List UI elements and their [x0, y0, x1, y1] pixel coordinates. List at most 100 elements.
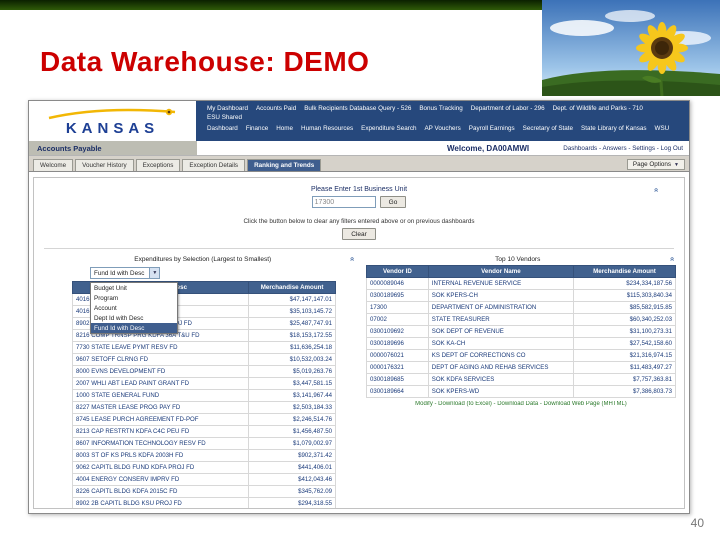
nav-link-home[interactable]: Home — [276, 125, 293, 132]
table-cell: 8902 2B CAPITL BLDG KSU PROJ FD — [71, 497, 250, 508]
top-link-settings[interactable]: Settings — [632, 145, 655, 152]
nav-link-finance[interactable]: Finance — [246, 125, 268, 132]
nav-link-dashboard[interactable]: Dashboard — [207, 125, 238, 132]
nav-link-bonus-tracking[interactable]: Bonus Tracking — [419, 105, 462, 112]
table-cell: $31,100,273.31 — [573, 325, 676, 338]
clear-filters-section: Click the button below to clear any filt… — [34, 218, 684, 240]
table-row: 2007 WHLI ABT LEAD PAINT GRANT FD $3,447,… — [71, 377, 336, 390]
dropdown-option-account[interactable]: Account — [91, 303, 177, 313]
top-link-log-out[interactable]: Log Out — [661, 145, 683, 152]
table-cell: 07002 — [366, 313, 429, 326]
table-cell: INTERNAL REVENUE SERVICE — [427, 277, 575, 290]
top-link-dashboards[interactable]: Dashboards — [563, 145, 597, 152]
clear-button[interactable]: Clear — [342, 228, 376, 240]
nav-link-state-library-of-kansas[interactable]: State Library of Kansas — [581, 125, 646, 132]
table-cell: 0000089046 — [366, 277, 429, 290]
table-cell: 8000 EVNS DEVELOPMENT FD — [71, 365, 250, 378]
clear-instruction-text: Click the button below to clear any filt… — [243, 218, 475, 225]
table-cell: $47,147,147.01 — [248, 293, 336, 306]
table-row: 8227 MASTER LEASE PROG PAY FD $2,503,184.… — [71, 401, 336, 414]
table-row: 0300189695 SOK KPERS-CH $115,303,840.34 — [366, 289, 676, 302]
table-cell: 2007 WHLI ABT LEAD PAINT GRANT FD — [71, 377, 250, 390]
tab-welcome[interactable]: Welcome — [33, 159, 74, 171]
sunflower-illustration — [542, 0, 720, 96]
page-options-button[interactable]: Page Options ▼ — [626, 159, 685, 170]
table-cell: $25,487,747.91 — [248, 317, 336, 330]
table-row: 8000 EVNS DEVELOPMENT FD $5,019,263.76 — [71, 365, 336, 378]
top-vendors-table: Vendor ID Vendor Name Merchandise Amount 00… — [366, 265, 676, 398]
nav-link-my-dashboard[interactable]: My Dashboard — [207, 105, 248, 112]
column-header-merchandise-amount[interactable]: Merchandise Amount — [573, 265, 676, 278]
table-cell: 17300 — [366, 301, 429, 314]
nav-link-expenditure-search[interactable]: Expenditure Search — [361, 125, 416, 132]
table-cell: 0300189695 — [366, 289, 429, 302]
column-header-vendor-name[interactable]: Vendor Name — [427, 265, 575, 278]
table-cell: DEPARTMENT OF ADMINISTRATION — [427, 301, 575, 314]
table-cell: $27,542,158.60 — [573, 337, 676, 350]
table-row: 0000089046 INTERNAL REVENUE SERVICE $234,3… — [366, 277, 676, 290]
dropdown-option-program[interactable]: Program — [91, 293, 177, 303]
table-cell: 9607 SETOFF CLRNG FD — [71, 353, 250, 366]
go-button[interactable]: Go — [379, 196, 407, 208]
table-row: 9607 SETOFF CLRNG FD $10,532,003.24 — [71, 353, 336, 366]
tab-strip: Welcome Voucher History Exceptions Exceptio… — [29, 156, 689, 172]
nav-link-ap-vouchers[interactable]: AP Vouchers — [424, 125, 460, 132]
table-row: 0300189664 SOK KPERS-WD $7,386,803.73 — [366, 385, 676, 398]
prompt-collapse-icon[interactable]: « — [652, 188, 661, 192]
table-cell: $35,103,145.72 — [248, 305, 336, 318]
table-cell: DEPT OF AGING AND REHAB SERVICES — [427, 361, 575, 374]
report-panels: Expenditures by Selection (Largest to Sm… — [34, 255, 684, 508]
table-cell: $2,503,184.33 — [248, 401, 336, 414]
table-cell: $441,406.01 — [248, 461, 336, 474]
dashboard-content: « Please Enter 1st Business Unit Go Clic… — [33, 177, 685, 509]
table-cell: $3,141,967.44 — [248, 389, 336, 402]
top-link-answers[interactable]: Answers — [602, 145, 626, 152]
nav-link-secretary-of-state[interactable]: Secretary of State — [523, 125, 573, 132]
nav-link-dept-of-wildlife-and-parks-710[interactable]: Dept. of Wildlife and Parks - 710 — [553, 105, 643, 112]
business-unit-input[interactable] — [311, 196, 376, 208]
column-header-merchandise-amount[interactable]: Merchandise Amount — [248, 281, 336, 294]
table-cell: $294,318.55 — [248, 497, 336, 508]
table-cell: 1000 STATE GENERAL FUND — [71, 389, 250, 402]
nav-link-human-resources[interactable]: Human Resources — [301, 125, 353, 132]
column-header-vendor-id[interactable]: Vendor ID — [366, 265, 429, 278]
tab-voucher-history[interactable]: Voucher History — [75, 159, 134, 171]
table-cell: $3,447,581.15 — [248, 377, 336, 390]
right-panel-collapse-icon[interactable]: « — [668, 257, 677, 261]
nav-link-wsu[interactable]: WSU — [655, 125, 670, 132]
nav-link-department-of-labor-296[interactable]: Department of Labor - 296 — [471, 105, 545, 112]
table-row: 8745 LEASE PURCH AGREEMENT FD-POF $2,246,… — [71, 413, 336, 426]
dropdown-option-dept-id-with-desc[interactable]: Dept Id with Desc — [91, 313, 177, 323]
table-row: 0300189685 SOK KDFA SERVICES $7,757,363.81 — [366, 373, 676, 386]
table-cell: $115,303,840.34 — [573, 289, 676, 302]
table-cell: $1,456,487.50 — [248, 425, 336, 438]
prompt-label: Please Enter 1st Business Unit — [310, 186, 408, 193]
table-row: 0000076021 KS DEPT OF CORRECTIONS CO $21,3… — [366, 349, 676, 362]
table-row: 0000176321 DEPT OF AGING AND REHAB SERVIC… — [366, 361, 676, 374]
nav-link-esu-shared[interactable]: ESU Shared — [207, 114, 242, 121]
tab-exception-details[interactable]: Exception Details — [182, 159, 246, 171]
table-cell: $11,636,254.18 — [248, 341, 336, 354]
dropdown-option-budget-unit[interactable]: Budget Unit — [91, 283, 177, 293]
table-cell: $11,483,497.27 — [573, 361, 676, 374]
dropdown-option-fund-id-with-desc[interactable]: Fund Id with Desc — [91, 323, 177, 333]
table-row: 7730 STATE LEAVE PYMT RESV FD $11,636,254… — [71, 341, 336, 354]
report-footer-links[interactable]: Modify - Download (to Excel) - Download … — [366, 401, 676, 407]
table-cell: 0300189664 — [366, 385, 429, 398]
welcome-text: Welcome, DA00AMWI — [447, 143, 530, 153]
nav-link-bulk-recipients-database-query-526[interactable]: Bulk Recipients Database Query - 526 — [304, 105, 411, 112]
table-cell: $902,371.42 — [248, 449, 336, 462]
left-panel-collapse-icon[interactable]: « — [348, 257, 357, 261]
table-row: 8607 INFORMATION TECHNOLOGY RESV FD $1,07… — [71, 437, 336, 450]
tab-exceptions[interactable]: Exceptions — [135, 159, 181, 171]
top-vendors-panel: Top 10 Vendors « Vendor ID Vendor Name Mer… — [366, 255, 677, 407]
top-vendors-panel-title: Top 10 Vendors — [495, 255, 541, 263]
table-row: 9062 CAPITL BLDG FUND KDFA PROJ FD $441,4… — [71, 461, 336, 474]
table-row: 8226 CAPITL BLDG KDFA 2015C FD $345,762.0… — [71, 485, 336, 498]
nav-link-payroll-earnings[interactable]: Payroll Earnings — [469, 125, 515, 132]
table-row: 0300109692 SOK DEPT OF REVENUE $31,100,273… — [366, 325, 676, 338]
nav-link-accounts-paid[interactable]: Accounts Paid — [256, 105, 296, 112]
tab-ranking-and-trends[interactable]: Ranking and Trends — [247, 159, 322, 171]
kansas-logo[interactable]: KANSAS — [29, 101, 197, 141]
view-selector-dropdown[interactable]: Fund Id with Desc ▼ — [90, 267, 161, 279]
